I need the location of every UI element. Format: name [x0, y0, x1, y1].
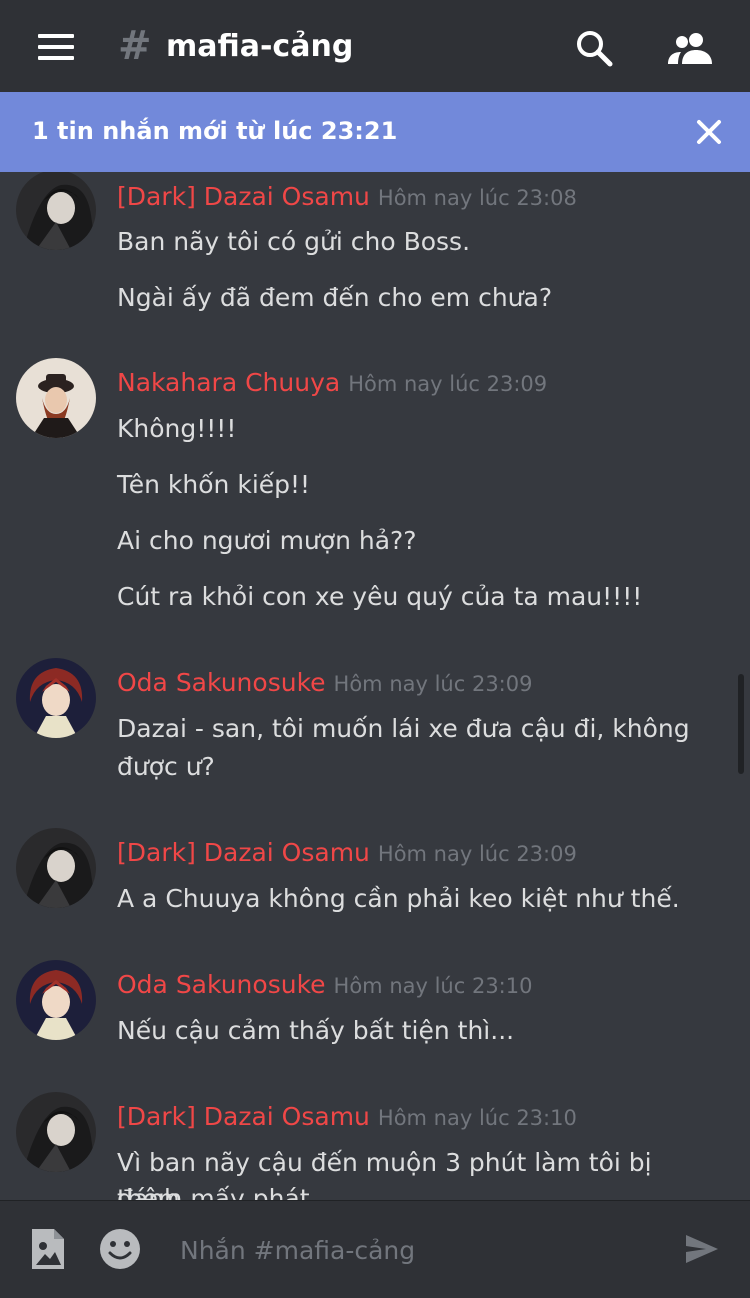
- close-icon[interactable]: [694, 110, 724, 154]
- author-name[interactable]: [Dark] Dazai Osamu: [117, 1102, 370, 1131]
- emoji-icon[interactable]: [98, 1227, 142, 1271]
- message-composer: [0, 1200, 750, 1298]
- author-name[interactable]: [Dark] Dazai Osamu: [117, 838, 370, 867]
- channel-hash-icon: #: [118, 23, 152, 69]
- avatar-chuuya[interactable]: [16, 358, 96, 438]
- timestamp: Hôm nay lúc 23:09: [333, 672, 533, 696]
- timestamp: Hôm nay lúc 23:09: [348, 372, 548, 396]
- message-text: Ban nãy tôi có gửi cho Boss.: [117, 227, 471, 256]
- avatar-dazai[interactable]: [16, 828, 96, 908]
- channel-title: mafia-cảng: [166, 29, 354, 64]
- message-text: Dazai - san, tôi muốn lái xe đưa cậu đi,…: [117, 714, 690, 743]
- avatar-oda[interactable]: [16, 658, 96, 738]
- message-text: Nếu cậu cảm thấy bất tiện thì...: [117, 1016, 515, 1045]
- channel-header: # mafia-cảng: [0, 0, 750, 92]
- message-text: thêm mấy phát: [117, 1184, 310, 1200]
- message-text: Ai cho ngươi mượn hả??: [117, 526, 417, 555]
- timestamp: Hôm nay lúc 23:08: [377, 186, 577, 210]
- message-text: Tên khốn kiếp!!: [117, 470, 311, 499]
- new-messages-banner[interactable]: 1 tin nhắn mới từ lúc 23:21: [0, 92, 750, 172]
- message-text: Không!!!!: [117, 414, 237, 443]
- message-list[interactable]: [Dark] Dazai Osamu Hôm nay lúc 23:08 Ban …: [0, 172, 750, 1200]
- members-icon[interactable]: [666, 28, 714, 68]
- author-name[interactable]: Oda Sakunosuke: [117, 668, 326, 697]
- message-input[interactable]: [178, 1227, 662, 1273]
- scrollbar[interactable]: [738, 674, 744, 774]
- timestamp: Hôm nay lúc 23:09: [377, 842, 577, 866]
- author-name[interactable]: Oda Sakunosuke: [117, 970, 326, 999]
- avatar-oda[interactable]: [16, 960, 96, 1040]
- search-icon[interactable]: [574, 28, 614, 68]
- new-messages-text: 1 tin nhắn mới từ lúc 23:21: [32, 117, 398, 145]
- message-text: được ư?: [117, 752, 215, 781]
- timestamp: Hôm nay lúc 23:10: [377, 1106, 577, 1130]
- image-upload-icon[interactable]: [28, 1227, 68, 1271]
- send-icon[interactable]: [684, 1231, 720, 1267]
- author-name[interactable]: [Dark] Dazai Osamu: [117, 182, 370, 211]
- avatar-dazai[interactable]: [16, 1092, 96, 1172]
- message-text: Cút ra khỏi con xe yêu quý của ta mau!!!…: [117, 582, 643, 611]
- message-text: A a Chuuya không cần phải keo kiệt như t…: [117, 884, 680, 913]
- hamburger-menu-icon[interactable]: [38, 34, 74, 60]
- avatar-dazai[interactable]: [16, 172, 96, 250]
- author-name[interactable]: Nakahara Chuuya: [117, 368, 340, 397]
- message-text: Ngài ấy đã đem đến cho em chưa?: [117, 283, 553, 312]
- timestamp: Hôm nay lúc 23:10: [333, 974, 533, 998]
